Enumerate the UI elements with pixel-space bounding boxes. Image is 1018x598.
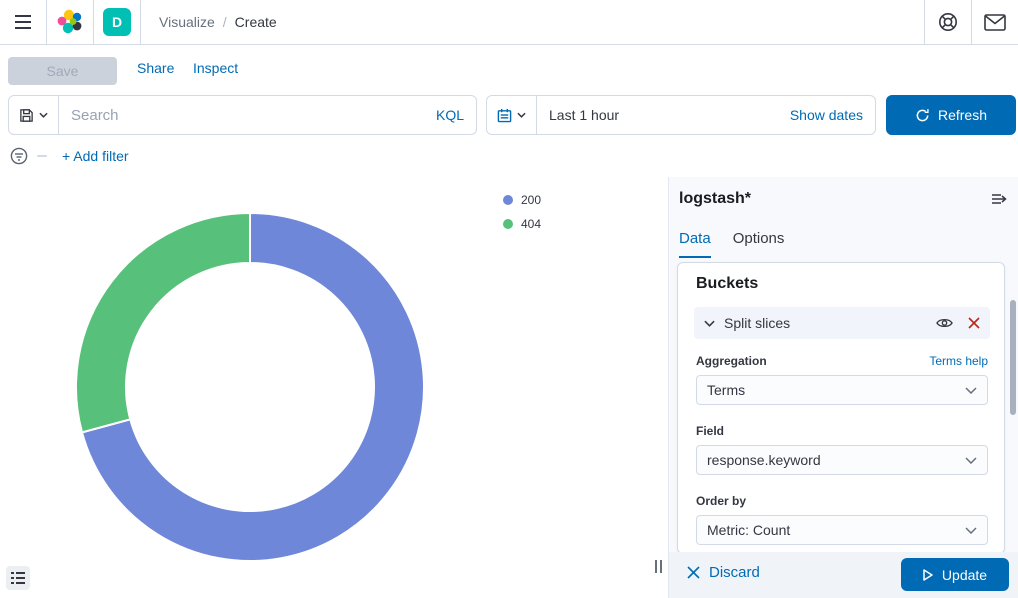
panel-resize-handle[interactable]: [655, 560, 662, 573]
date-picker: Last 1 hour Show dates: [486, 95, 876, 135]
refresh-icon: [915, 108, 930, 123]
update-button[interactable]: Update: [901, 558, 1009, 591]
top-header: D Visualize / Create: [0, 0, 1018, 45]
remove-icon: [968, 317, 980, 329]
donut-slice-404[interactable]: [76, 213, 250, 432]
query-language-button[interactable]: KQL: [436, 107, 476, 123]
add-filter-button[interactable]: + Add filter: [62, 148, 129, 164]
panel-scrollbar[interactable]: [1010, 300, 1016, 415]
mail-icon: [984, 14, 1006, 31]
chevron-down-icon: [965, 387, 977, 394]
breadcrumb-visualize[interactable]: Visualize: [159, 14, 215, 30]
inspect-button[interactable]: Inspect: [193, 60, 238, 76]
refresh-button[interactable]: Refresh: [886, 95, 1016, 135]
filter-icon[interactable]: [10, 147, 28, 165]
chevron-down-icon: [517, 112, 526, 118]
hamburger-menu-button[interactable]: [0, 0, 46, 44]
eye-icon: [936, 317, 953, 329]
visualize-action-bar: Save Share Inspect: [0, 46, 1018, 94]
newsfeed-button[interactable]: [972, 0, 1018, 44]
close-icon: [687, 566, 700, 579]
field-select[interactable]: response.keyword: [696, 445, 988, 475]
help-button[interactable]: [925, 0, 971, 44]
chart-legend: 200 404: [503, 193, 541, 231]
editor-footer: Discard Update: [669, 552, 1018, 598]
order-by-label-row: Order by: [696, 494, 988, 508]
tab-options[interactable]: Options: [733, 230, 785, 258]
visualization-chart-area: 200 404: [0, 177, 668, 598]
saved-query-icon: [19, 108, 34, 123]
donut-chart[interactable]: [74, 211, 426, 563]
space-badge: D: [103, 8, 131, 36]
play-icon: [923, 569, 933, 581]
chevron-down-icon: [704, 320, 715, 327]
kibana-visualize-create-page: D Visualize / Create Save Share Inspect: [0, 0, 1018, 598]
legend-dot-200: [503, 195, 513, 205]
hamburger-icon: [15, 15, 31, 29]
legend-dot-404: [503, 219, 513, 229]
breadcrumb: Visualize / Create: [141, 0, 277, 44]
legend-toggle-button[interactable]: [6, 566, 30, 590]
discard-button-label: Discard: [709, 564, 760, 581]
order-by-select[interactable]: Metric: Count: [696, 515, 988, 545]
show-dates-button[interactable]: Show dates: [790, 107, 875, 123]
editor-tabs: Data Options: [679, 230, 784, 258]
time-range-value[interactable]: Last 1 hour: [537, 107, 790, 123]
main-content: 200 404 logstash*: [0, 177, 1018, 598]
saved-query-menu-button[interactable]: [9, 96, 59, 134]
toggle-visibility-button[interactable]: [936, 317, 953, 329]
aggregation-label: Aggregation: [696, 354, 767, 368]
share-button[interactable]: Share: [137, 60, 174, 76]
collapse-panel-button[interactable]: [991, 192, 1008, 206]
legend-item-200[interactable]: 200: [503, 193, 541, 207]
chevron-down-icon: [965, 457, 977, 464]
terms-help-link[interactable]: Terms help: [929, 354, 988, 368]
legend-item-404[interactable]: 404: [503, 217, 541, 231]
aggregation-select[interactable]: Terms: [696, 375, 988, 405]
legend-label-200: 200: [521, 193, 541, 207]
tab-data[interactable]: Data: [679, 230, 711, 258]
breadcrumb-create: Create: [235, 14, 277, 30]
chevron-down-icon: [39, 112, 48, 118]
calendar-icon: [497, 108, 512, 123]
refresh-button-label: Refresh: [938, 107, 987, 123]
aggregation-value: Terms: [707, 382, 965, 398]
query-bar: KQL: [8, 95, 477, 135]
legend-list-icon: [11, 572, 25, 584]
space-selector-button[interactable]: D: [94, 0, 140, 44]
header-spacer: [277, 0, 924, 44]
index-pattern-title: logstash*: [679, 190, 751, 208]
field-label: Field: [696, 424, 724, 438]
breadcrumb-separator: /: [223, 14, 227, 30]
elastic-logo-icon: [56, 8, 84, 36]
aggregation-label-row: Aggregation Terms help: [696, 354, 988, 368]
split-slices-label: Split slices: [724, 315, 936, 331]
elastic-logo-button[interactable]: [47, 0, 93, 44]
field-value: response.keyword: [707, 452, 965, 468]
order-by-value: Metric: Count: [707, 522, 965, 538]
remove-bucket-button[interactable]: [968, 317, 980, 329]
order-by-label: Order by: [696, 494, 746, 508]
update-button-label: Update: [942, 567, 987, 583]
help-icon: [937, 11, 959, 33]
save-button[interactable]: Save: [8, 57, 117, 85]
legend-label-404: 404: [521, 217, 541, 231]
split-slices-row[interactable]: Split slices: [694, 307, 990, 339]
visualization-editor-panel: logstash* Data Options Buckets Split sli…: [668, 177, 1018, 598]
date-quick-select-button[interactable]: [487, 96, 537, 134]
filter-bar: + Add filter: [0, 140, 660, 172]
chevron-down-icon: [965, 527, 977, 534]
discard-button[interactable]: Discard: [687, 564, 760, 581]
search-input[interactable]: [59, 107, 436, 124]
filter-dash: [37, 155, 47, 157]
buckets-card: Buckets Split slices: [677, 262, 1005, 554]
field-label-row: Field: [696, 424, 988, 438]
buckets-section-title: Buckets: [696, 275, 758, 293]
collapse-panel-icon: [991, 192, 1008, 206]
